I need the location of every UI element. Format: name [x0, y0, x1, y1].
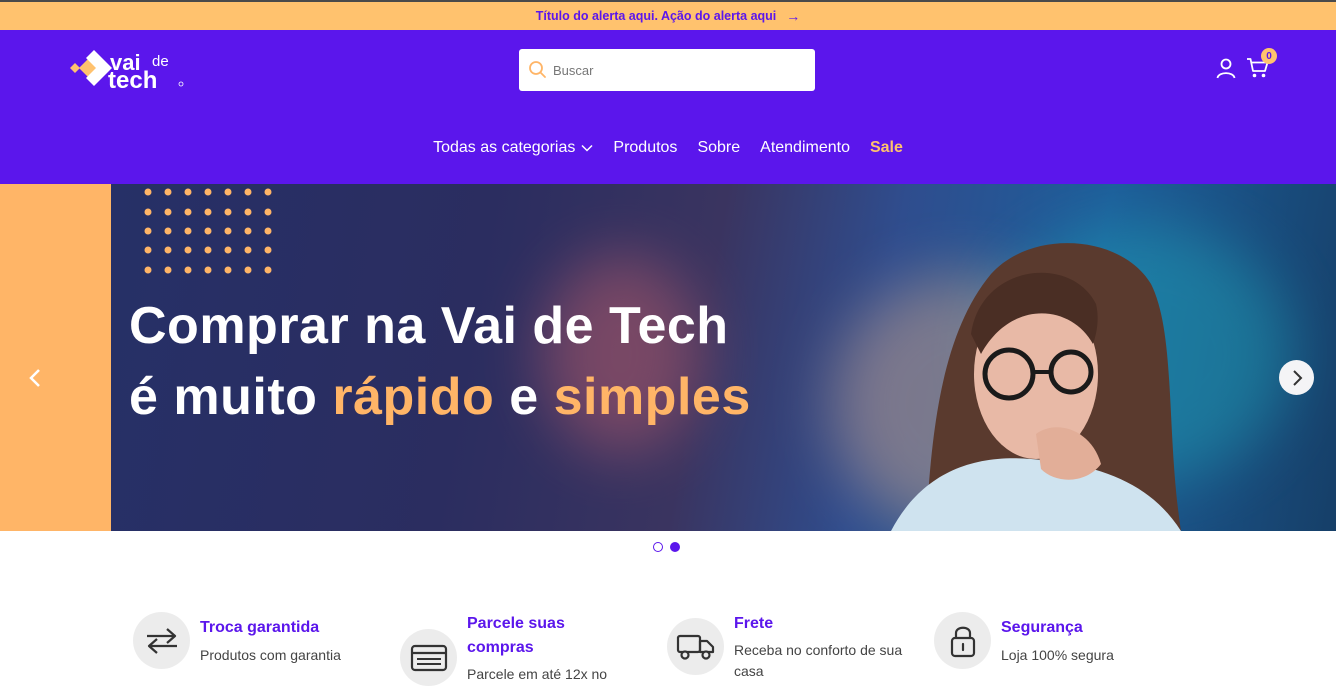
brand-logo-mark: vai de tech — [70, 50, 184, 94]
alert-text[interactable]: Título do alerta aqui. Ação do alerta aq… — [536, 9, 777, 23]
feature-description: Parcele em até 12x no — [467, 666, 608, 682]
feature-title: Frete — [734, 615, 774, 632]
main-nav: Todas as categorias Produtos Sobre Atend… — [0, 138, 1336, 158]
padlock-icon — [934, 612, 991, 669]
search-icon[interactable] — [528, 60, 548, 85]
feature-title: Segurança — [1001, 619, 1083, 636]
carousel-indicators — [653, 542, 680, 552]
carousel-next-button[interactable] — [1279, 360, 1314, 395]
delivery-truck-icon — [667, 618, 724, 675]
feature-description: Loja 100% segura — [1001, 647, 1114, 663]
feature-description: Receba no conforto de sua casa — [734, 642, 903, 679]
nav-item-about[interactable]: Sobre — [697, 138, 740, 158]
alert-bar[interactable]: Título do alerta aqui. Ação do alerta aq… — [0, 0, 1336, 30]
nav-item-categories[interactable]: Todas as categorias — [433, 138, 593, 158]
hero-person-illustration — [891, 243, 1181, 531]
cart-count-badge[interactable]: 0 — [1261, 48, 1277, 64]
feature-title: Parcele suas compras — [467, 615, 565, 656]
hero-carousel[interactable]: Comprar na Vai de Tech é muito rápido e … — [0, 184, 1336, 531]
carousel-dot-1[interactable] — [653, 542, 663, 552]
brand-logo[interactable]: vai de tech — [66, 48, 196, 94]
hero-headline: Comprar na Vai de Tech — [129, 297, 729, 355]
nav-item-products[interactable]: Produtos — [613, 138, 677, 158]
feature-description: Produtos com garantia — [200, 647, 341, 663]
arrow-right-icon[interactable]: → — [786, 9, 800, 23]
feature-title: Troca garantida — [200, 619, 320, 636]
search-input[interactable] — [553, 49, 807, 91]
nav-item-label: Todas as categorias — [433, 139, 576, 156]
credit-card-icon — [400, 629, 457, 686]
nav-item-sale[interactable]: Sale — [870, 138, 903, 158]
hero-subheadline: é muito rápido e simples — [129, 368, 751, 426]
search-box[interactable] — [519, 49, 815, 91]
chevron-right-icon — [1292, 369, 1302, 386]
svg-text:tech: tech — [108, 67, 157, 94]
site-header: vai de tech 0 Todas as categorias Produt… — [0, 30, 1336, 184]
carousel-prev-chevron-icon[interactable] — [26, 366, 44, 394]
nav-item-support[interactable]: Atendimento — [760, 138, 850, 158]
exchange-arrows-icon — [133, 612, 190, 669]
hero-slide[interactable]: Comprar na Vai de Tech é muito rápido e … — [111, 184, 1336, 531]
decorative-dot-pattern — [144, 188, 272, 274]
carousel-dot-2[interactable] — [670, 542, 680, 552]
chevron-down-icon — [581, 144, 593, 152]
user-account-icon[interactable] — [1215, 57, 1237, 84]
